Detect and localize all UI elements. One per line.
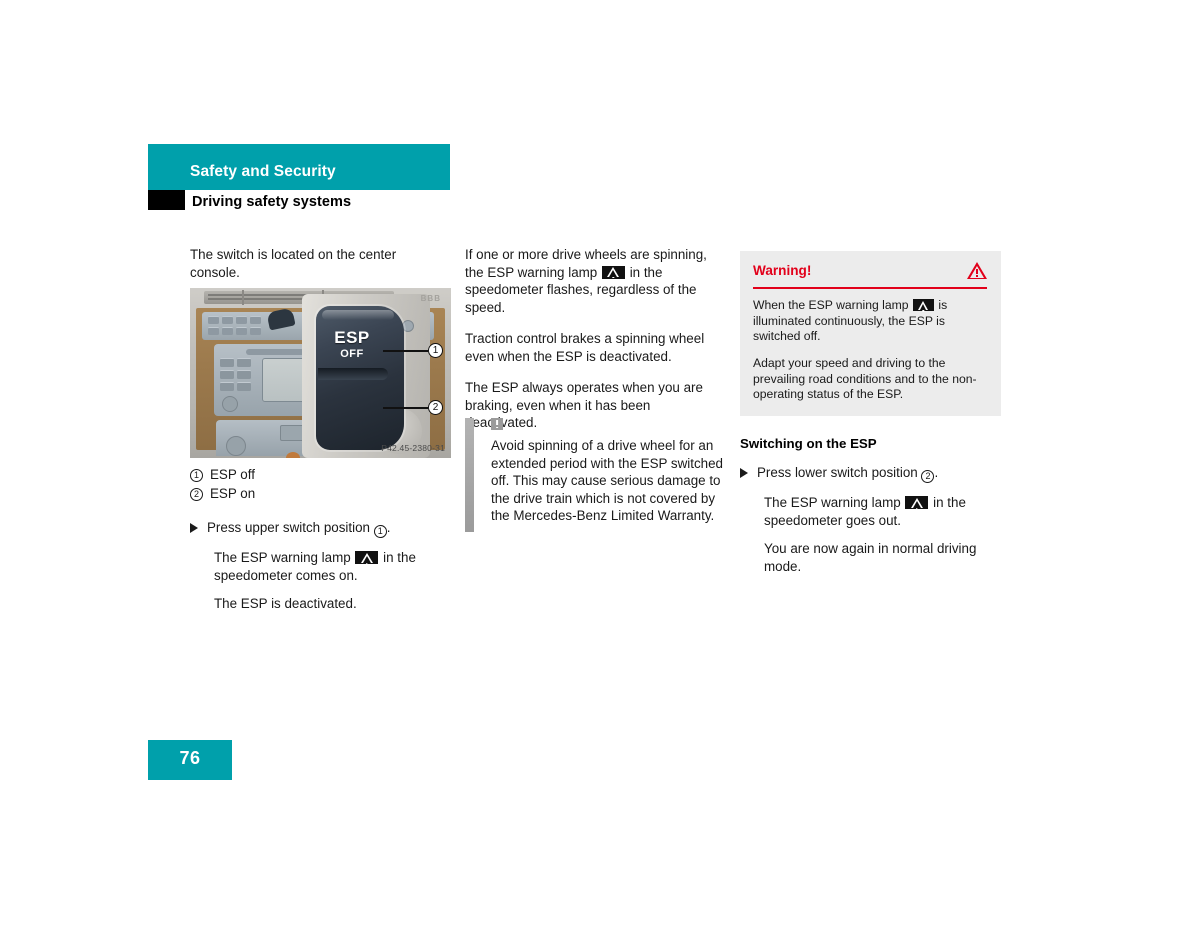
paragraph-wheel-spin: If one or more drive wheels are spinning… (465, 247, 707, 315)
esp-warning-lamp-icon (601, 265, 625, 279)
bullet-arrow-icon (190, 523, 198, 533)
vent-divider-left (242, 290, 244, 305)
esp-off-switch[interactable]: ESP OFF (316, 306, 404, 450)
legend-label: ESP off (210, 467, 255, 482)
esp-warning-lamp-icon (905, 496, 929, 509)
middle-column: If one or more drive wheels are spinning… (465, 246, 723, 446)
switch-highlight (322, 310, 394, 320)
switching-on-esp-section: Switching on the ESP Press lower switch … (740, 436, 1002, 586)
warning-box: Warning! When the ESP warning lamp is il… (740, 251, 1001, 416)
switch-rocker-divider (318, 368, 388, 380)
step-text: Press upper switch position 1. (207, 520, 391, 538)
note-box: Avoid spinning of a drive wheel for an e… (465, 418, 724, 532)
bullet-arrow-icon (740, 468, 748, 478)
section-subtitle: Driving safety systems (192, 194, 352, 210)
legend-label: ESP on (210, 485, 256, 501)
page-title: Safety and Security (190, 163, 336, 180)
esp-switch-label-top: ESP (334, 328, 370, 347)
warning-header: Warning! (753, 262, 987, 287)
warning-paragraph-2: Adapt your speed and driving to the prev… (753, 355, 977, 402)
step-result-lamp-on: The ESP warning lamp in the speedometer … (214, 550, 416, 583)
warning-triangle-icon (967, 262, 987, 279)
figure-watermark: BBB (420, 294, 441, 303)
callout-line-1 (383, 350, 428, 352)
temp-dial-left (226, 436, 246, 456)
warning-paragraph-1: When the ESP warning lamp is illuminated… (753, 298, 948, 344)
step-press-upper: Press upper switch position 1. (190, 519, 430, 538)
comand-left-dial (222, 396, 238, 412)
esp-switch-label-bottom: OFF (340, 348, 364, 360)
figure-image-code: P42.45-2380-31 (381, 443, 445, 453)
center-console-figure: ESP OFF BBB P42.45-2380-31 (190, 288, 451, 458)
page-number: 76 (179, 748, 201, 768)
legend-item: 1 ESP off (190, 466, 430, 485)
inline-callout-2: 2 (921, 470, 935, 483)
step-result-deactivated: The ESP is deactivated. (214, 596, 357, 611)
step-result-lamp-off: The ESP warning lamp in the speedometer … (764, 495, 966, 528)
subsection-heading: Switching on the ESP (740, 436, 877, 451)
comand-left-keypad (220, 358, 251, 391)
climate-button-row-top (208, 316, 261, 324)
gear-selector-surround (286, 452, 300, 458)
warning-title: Warning! (753, 263, 812, 278)
inline-callout-1: 1 (373, 525, 387, 538)
callout-line-2 (383, 407, 428, 409)
section-tab-marker (148, 190, 185, 210)
climate-button-row-bottom (208, 327, 261, 335)
legend-number: 1 (190, 469, 203, 482)
step-result-normal-mode: You are now again in normal driving mode… (764, 541, 977, 574)
legend-number: 2 (190, 487, 203, 501)
note-text: Avoid spinning of a drive wheel for an e… (491, 438, 724, 523)
figure-legend: 1 ESP off 2 ESP on Press upper switch po… (190, 466, 430, 624)
legend-item: 2 ESP on (190, 485, 430, 504)
note-side-bar (465, 418, 474, 532)
warning-divider-rule (753, 287, 987, 290)
callout-circle-1: 1 (428, 343, 443, 358)
intro-paragraph: The switch is located on the center cons… (190, 247, 397, 280)
exclamation-note-icon (491, 418, 503, 430)
step-press-lower: Press lower switch position 2. (740, 464, 1002, 483)
step-text: Press lower switch position 2. (757, 465, 939, 483)
callout-circle-2: 2 (428, 400, 443, 415)
esp-warning-lamp-icon (912, 299, 934, 312)
esp-warning-lamp-icon (355, 551, 379, 564)
paragraph-traction-control: Traction control brakes a spinning wheel… (465, 331, 705, 364)
